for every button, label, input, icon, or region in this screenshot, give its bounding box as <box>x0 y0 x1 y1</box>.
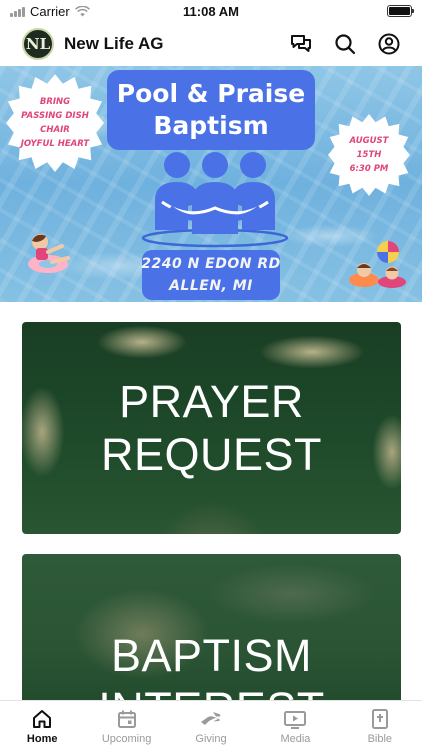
bottom-tab-bar: Home Upcoming Giving Media Bible <box>0 700 422 750</box>
church-logo[interactable]: NL <box>22 28 54 60</box>
tab-label: Upcoming <box>101 733 152 745</box>
tab-giving[interactable]: Giving <box>169 701 253 750</box>
card-heading-line: REQUEST <box>100 429 323 480</box>
app-header: NL New Life AG <box>0 22 422 66</box>
event-address-box: 2240 N EDON RD ALLEN, MI <box>141 250 281 300</box>
event-date-line: 6:30 PM <box>349 164 389 174</box>
carrier-label: Carrier <box>30 3 70 19</box>
tab-media[interactable]: Media <box>253 701 337 750</box>
card-heading-line: PRAYER <box>119 376 304 427</box>
bring-list-burst: BRING PASSING DISH CHAIR JOYFUL HEART <box>6 74 104 172</box>
event-address-line: ALLEN, MI <box>169 278 253 294</box>
calendar-icon <box>117 710 136 728</box>
tab-label: Media <box>280 733 311 745</box>
battery-icon <box>387 5 414 17</box>
event-date-burst: AUGUST 15TH 6:30 PM <box>328 114 410 196</box>
tab-label: Giving <box>195 733 227 745</box>
chat-icon[interactable] <box>290 33 312 55</box>
baptism-people-illustration <box>141 152 289 248</box>
app-title: New Life AG <box>64 34 164 53</box>
tab-bible[interactable]: Bible <box>338 701 422 750</box>
tab-label: Home <box>26 733 58 745</box>
search-icon[interactable] <box>334 33 356 55</box>
tab-label: Bible <box>367 733 393 745</box>
bible-icon <box>371 709 388 729</box>
girl-with-float-illustration <box>28 234 70 273</box>
signal-icon <box>10 6 25 17</box>
event-banner[interactable]: BRING PASSING DISH CHAIR JOYFUL HEART Po… <box>0 66 422 302</box>
baptism-interest-card[interactable]: BAPTISM INTEREST <box>22 554 401 714</box>
kids-with-beach-ball-illustration <box>349 241 406 288</box>
event-date-line: 15TH <box>356 150 382 160</box>
account-icon[interactable] <box>378 33 400 55</box>
home-icon <box>33 710 52 728</box>
event-title-box: Pool & Praise Baptism <box>107 70 315 150</box>
status-left: Carrier <box>10 4 90 19</box>
bring-item: CHAIR <box>40 125 70 135</box>
prayer-request-card[interactable]: PRAYER REQUEST <box>22 322 401 534</box>
card-heading: PRAYER REQUEST <box>101 375 322 481</box>
event-address-line: 2240 N EDON RD <box>141 256 281 272</box>
event-date-line: AUGUST <box>349 136 389 146</box>
status-bar: Carrier 11:08 AM <box>0 0 422 22</box>
tab-home[interactable]: Home <box>0 701 84 750</box>
giving-hand-icon <box>201 712 221 725</box>
tab-upcoming[interactable]: Upcoming <box>84 701 168 750</box>
bring-item: PASSING DISH <box>21 111 89 121</box>
bring-item: JOYFUL HEART <box>20 139 90 149</box>
event-title-line: Baptism <box>153 111 269 140</box>
wifi-icon <box>74 5 90 16</box>
bring-item: BRING <box>39 97 71 107</box>
media-play-icon <box>284 711 307 729</box>
card-heading-line: BAPTISM <box>110 630 313 681</box>
event-title-line: Pool & Praise <box>116 79 306 108</box>
header-actions <box>290 33 400 55</box>
